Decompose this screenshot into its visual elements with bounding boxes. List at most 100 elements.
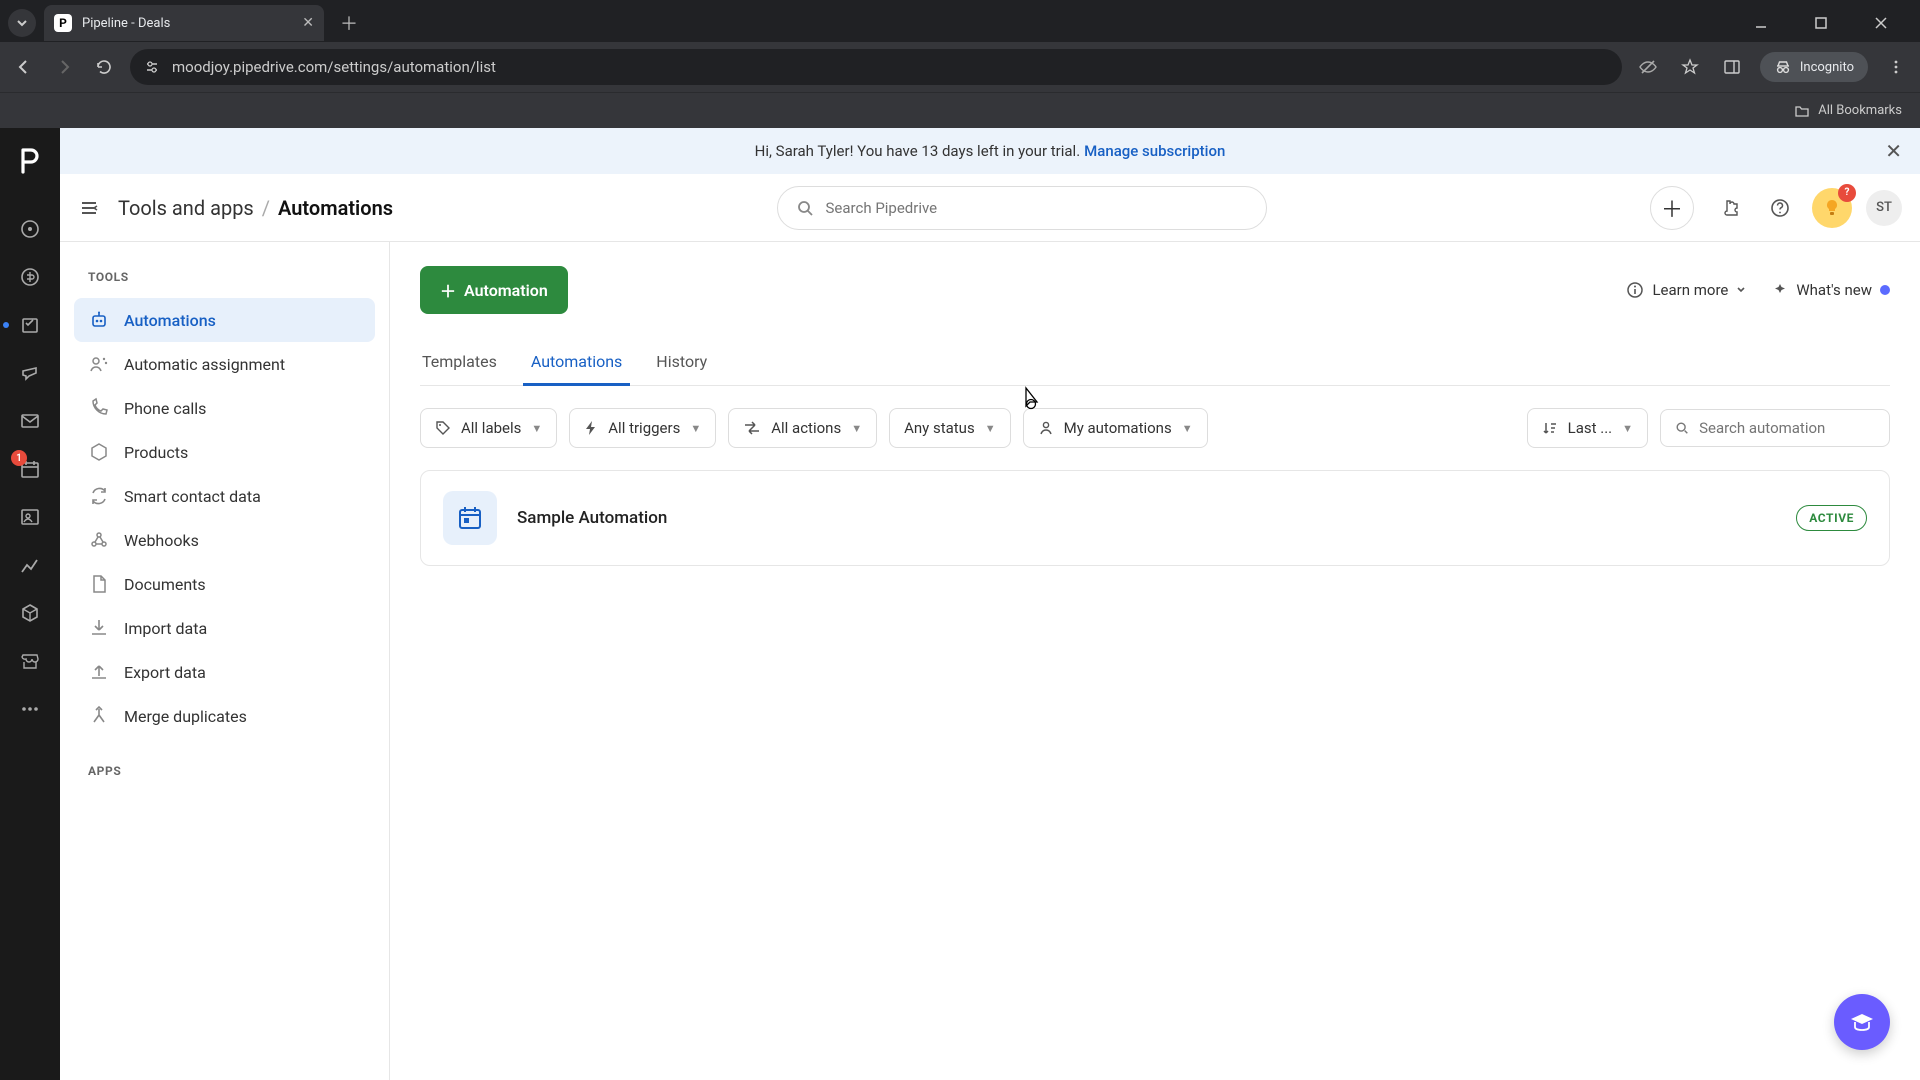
tab-search-dropdown[interactable] [8,9,36,37]
tab-automations[interactable]: Automations [529,342,624,385]
global-search[interactable] [777,186,1267,230]
pipedrive-logo[interactable] [9,140,51,182]
sidebar-item-automatic-assignment[interactable]: Automatic assignment [74,342,375,386]
knowledge-base-fab[interactable] [1834,994,1890,1050]
rail-item-more[interactable] [9,688,51,730]
notification-dot [3,322,9,328]
rail-item-insights[interactable] [9,544,51,586]
bookmark-star-icon[interactable] [1676,53,1704,81]
eye-off-icon[interactable] [1634,53,1662,81]
tab-templates[interactable]: Templates [420,342,499,385]
webhook-icon [88,529,110,551]
close-tab-icon[interactable]: ✕ [302,15,314,31]
breadcrumb-separator: / [262,196,270,220]
sidebar-item-export[interactable]: Export data [74,650,375,694]
url-text: moodjoy.pipedrive.com/settings/automatio… [172,58,496,76]
rail-item-marketplace[interactable] [9,640,51,682]
forward-button[interactable] [50,53,78,81]
assist-badge: ? [1838,184,1856,202]
automation-name: Sample Automation [517,508,667,528]
download-icon [88,617,110,639]
filter-actions[interactable]: All actions ▼ [728,408,877,448]
chevron-down-icon: ▼ [851,422,862,435]
extensions-icon[interactable] [1712,190,1748,226]
pipedrive-favicon: P [54,14,72,32]
folder-icon [1794,103,1810,119]
automation-row[interactable]: Sample Automation ACTIVE [420,470,1890,566]
new-tab-button[interactable]: ＋ [332,6,366,40]
breadcrumb-parent[interactable]: Tools and apps [118,196,254,220]
incognito-indicator[interactable]: Incognito [1760,52,1868,82]
rail-badge: 1 [11,450,27,466]
browser-tab[interactable]: P Pipeline - Deals ✕ [44,5,324,41]
rail-item-products[interactable] [9,592,51,634]
topbar: Tools and apps / Automations ＋ ? ST [60,174,1920,242]
browser-menu-button[interactable] [1882,53,1910,81]
sort-icon [1542,420,1558,436]
sidebar-item-automations[interactable]: Automations [74,298,375,342]
rail-item-activities[interactable]: 1 [9,448,51,490]
rail-item-mail[interactable] [9,400,51,442]
calendar-icon [456,504,484,532]
learn-more-button[interactable]: Learn more [1626,281,1746,299]
all-bookmarks-button[interactable]: All Bookmarks [1818,103,1902,118]
refresh-icon [88,485,110,507]
filter-owner[interactable]: My automations ▼ [1023,408,1208,448]
whats-new-button[interactable]: What's new [1772,281,1890,299]
rail-item-leads[interactable] [9,208,51,250]
notification-dot [1880,285,1890,295]
merge-icon [88,705,110,727]
sidebar-item-merge[interactable]: Merge duplicates [74,694,375,738]
site-settings-icon[interactable] [144,59,160,75]
minimize-button[interactable] [1740,8,1782,38]
chevron-down-icon: ▼ [531,422,542,435]
breadcrumb-current: Automations [278,196,393,220]
side-panel-icon[interactable] [1718,53,1746,81]
document-icon [88,573,110,595]
sidebar-item-smart-contact[interactable]: Smart contact data [74,474,375,518]
back-button[interactable] [10,53,38,81]
chevron-down-icon [1736,285,1746,295]
filter-labels[interactable]: All labels ▼ [420,408,557,448]
tab-history[interactable]: History [654,342,709,385]
chevron-down-icon: ▼ [1182,422,1193,435]
sales-assistant-button[interactable]: ? [1812,188,1852,228]
sidebar-item-import[interactable]: Import data [74,606,375,650]
close-banner-button[interactable]: ✕ [1885,139,1902,163]
search-input[interactable] [826,199,1248,217]
rail-item-contacts[interactable] [9,496,51,538]
collapse-sidebar-button[interactable] [78,197,100,219]
quick-add-button[interactable]: ＋ [1650,186,1694,230]
chevron-down-icon: ▼ [1622,422,1633,435]
maximize-button[interactable] [1800,8,1842,38]
arrows-icon [743,421,761,435]
automation-search[interactable] [1660,409,1890,447]
sidebar-item-phone-calls[interactable]: Phone calls [74,386,375,430]
rail-item-deals[interactable] [9,256,51,298]
sidebar-item-documents[interactable]: Documents [74,562,375,606]
chevron-down-icon [16,17,28,29]
sort-button[interactable]: Last ... ▼ [1527,408,1648,448]
primary-btn-label: Automation [464,281,548,300]
rail-item-campaigns[interactable] [9,352,51,394]
sidebar-item-label: Automations [124,311,216,330]
reload-button[interactable] [90,53,118,81]
filter-status[interactable]: Any status ▼ [889,408,1011,448]
upload-icon [88,661,110,683]
user-avatar[interactable]: ST [1866,190,1902,226]
phone-icon [88,397,110,419]
address-bar[interactable]: moodjoy.pipedrive.com/settings/automatio… [130,49,1622,85]
sparkle-icon [1772,282,1788,298]
chevron-down-icon: ▼ [985,422,996,435]
help-icon[interactable] [1762,190,1798,226]
filter-triggers[interactable]: All triggers ▼ [569,408,716,448]
rail-item-projects[interactable] [9,304,51,346]
sidebar-item-products[interactable]: Products [74,430,375,474]
automation-search-input[interactable] [1699,419,1875,437]
sidebar-item-webhooks[interactable]: Webhooks [74,518,375,562]
close-window-button[interactable] [1860,8,1902,38]
info-icon [1626,281,1644,299]
bolt-icon [584,420,598,436]
manage-subscription-link[interactable]: Manage subscription [1084,142,1225,160]
add-automation-button[interactable]: ＋ Automation [420,266,568,314]
